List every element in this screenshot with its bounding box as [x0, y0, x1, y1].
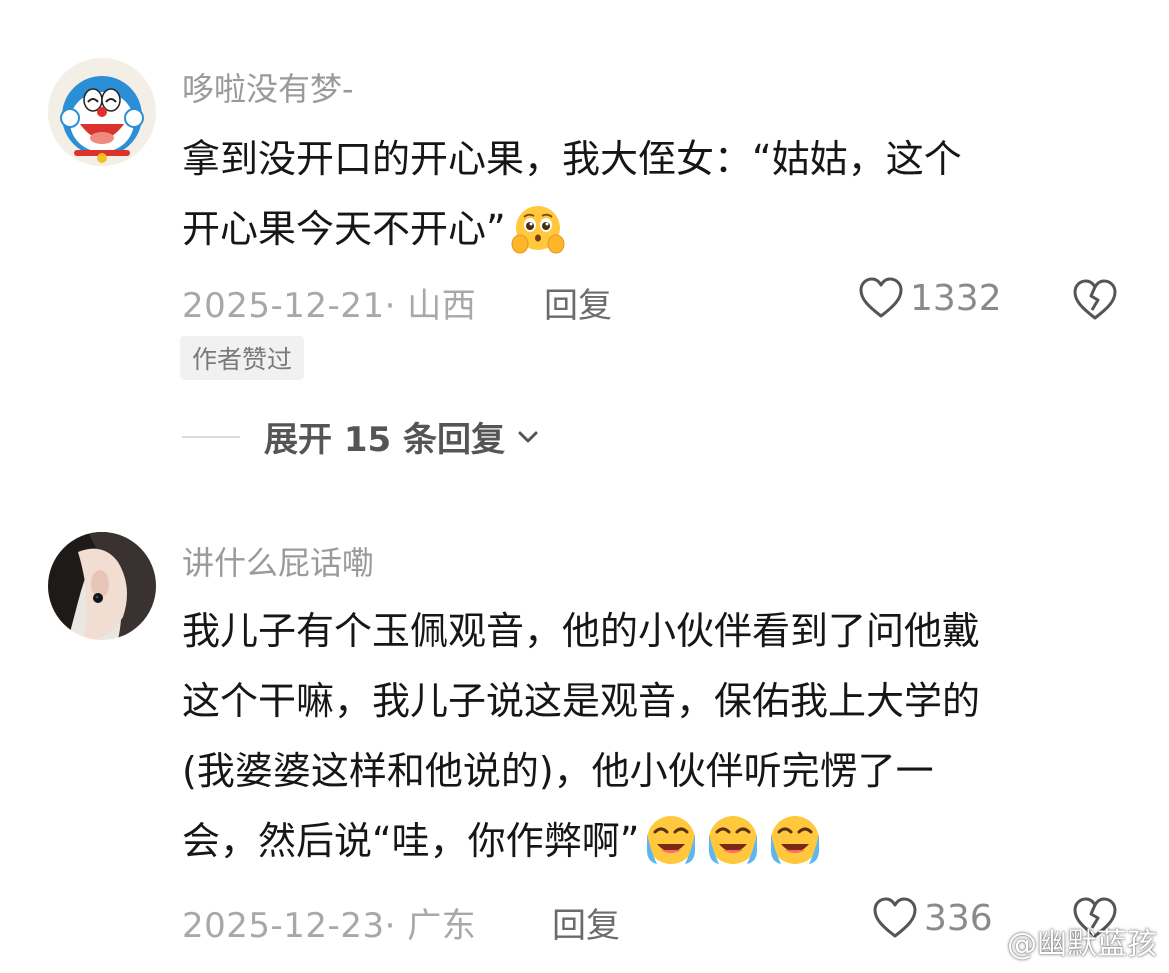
- chevron-down-icon: [518, 431, 538, 442]
- avatar[interactable]: [48, 58, 156, 166]
- username[interactable]: 哆啦没有梦-: [182, 64, 354, 110]
- comment-text: 我儿子有个玉佩观音，他的小伙伴看到了问他戴 这个干嘛，我儿子说这是观音，保佑我上…: [182, 596, 980, 876]
- heart-icon: [859, 277, 903, 318]
- avatar[interactable]: [48, 532, 156, 640]
- like-button[interactable]: 1332: [858, 276, 1002, 320]
- divider-line: [182, 435, 240, 438]
- crying-face-icon: [709, 815, 758, 864]
- crying-face-icon: [647, 815, 696, 864]
- crying-face-icon: [771, 815, 820, 864]
- watermark: @幽默蓝孩: [961, 919, 1157, 963]
- comment-line: 会，然后说“哇，你作弊啊”: [182, 806, 980, 876]
- comment-line: 这个干嘛，我儿子说这是观音，保佑我上大学的: [182, 679, 981, 723]
- timestamp: 2025-12-23· 广东: [182, 906, 477, 946]
- girl-profile-avatar-icon: [48, 532, 156, 640]
- comment-line-text: 开心果今天不开心”: [182, 207, 506, 251]
- comment-line: 拿到没开口的开心果，我大侄女：“姑姑，这个: [182, 137, 962, 181]
- broken-heart-icon: [1073, 279, 1117, 320]
- dislike-button[interactable]: [1072, 278, 1118, 326]
- doraemon-avatar-icon: [48, 58, 156, 166]
- weibo-logo-icon: [961, 928, 999, 957]
- expand-replies-button[interactable]: 展开 15 条回复: [182, 412, 543, 461]
- reply-button[interactable]: 回复: [544, 278, 612, 327]
- pleading-face-icon: [511, 205, 565, 253]
- like-count: 1332: [910, 277, 1002, 319]
- author-liked-badge: 作者赞过: [180, 336, 305, 380]
- comment-line: (我婆婆这样和他说的)，他小伙伴听完愣了一: [182, 749, 934, 793]
- heart-icon: [873, 897, 917, 938]
- comment-text: 拿到没开口的开心果，我大侄女：“姑姑，这个 开心果今天不开心”: [182, 124, 962, 264]
- comment-line: 开心果今天不开心”: [182, 194, 962, 264]
- username[interactable]: 讲什么屁话嘞: [182, 538, 374, 584]
- comment-line-text: 会，然后说“哇，你作弊啊”: [182, 819, 640, 863]
- timestamp: 2025-12-21· 山西: [182, 286, 477, 326]
- comment-line: 我儿子有个玉佩观音，他的小伙伴看到了问他戴: [182, 609, 981, 653]
- watermark-text: @幽默蓝孩: [1007, 927, 1157, 962]
- reply-button[interactable]: 回复: [552, 898, 620, 947]
- expand-replies-label: 展开 15 条回复: [264, 420, 505, 460]
